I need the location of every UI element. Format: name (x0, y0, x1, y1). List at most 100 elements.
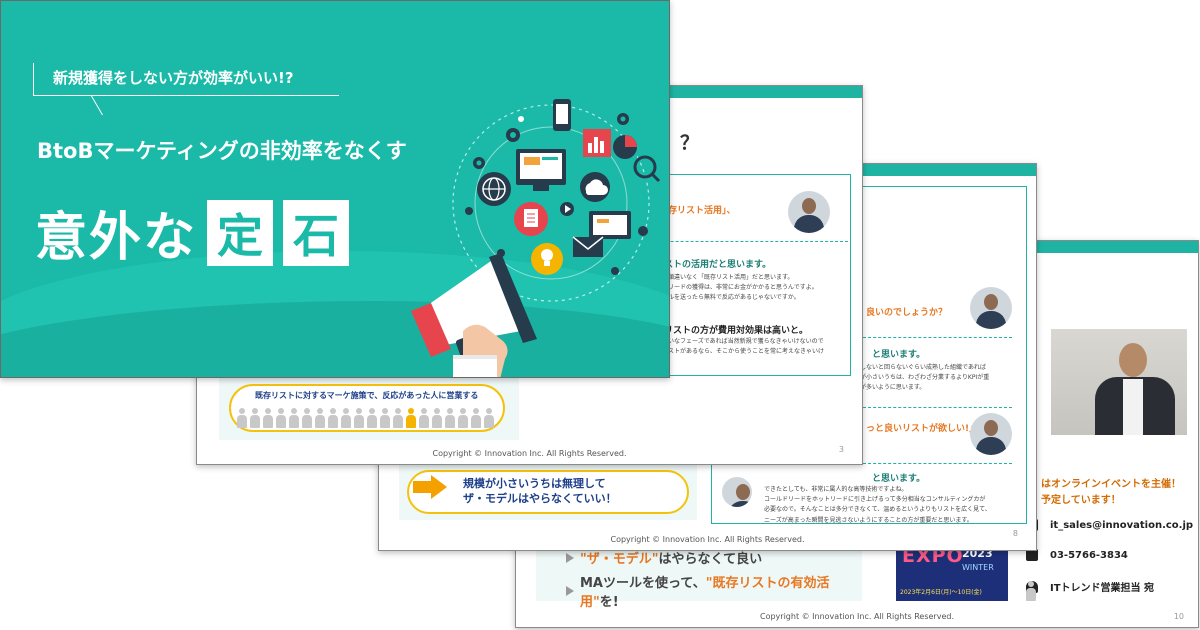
people-row (237, 408, 494, 428)
person-icon (445, 408, 455, 428)
speaker-avatar (722, 477, 752, 507)
contact-recipient: ITトレンド営業担当 宛 (1026, 579, 1155, 601)
cover-slide: 新規獲得をしない方が効率がいい!? BtoBマーケティングの非効率をなくす 意外… (0, 0, 670, 378)
answer-line: できたとしても、非常に属人的な高等技術ですよね。 (764, 486, 908, 493)
recipient-text: ITトレンド営業担当 宛 (1050, 583, 1155, 594)
person-icon (484, 408, 494, 428)
cover-title: BtoBマーケティングの非効率をなくす (37, 139, 407, 163)
person-icon (419, 408, 429, 428)
divider (33, 95, 339, 96)
key-message-text: 既存リストに対するマーケ施策で、反応があった人に営業する (255, 391, 479, 400)
page-number: 3 (838, 445, 844, 454)
cover-big-title: 意外な 定 石 (35, 195, 350, 270)
person-icon (302, 408, 312, 428)
answer-text: ストの活用だと思います。 (664, 260, 772, 270)
answer-line: ストがあるなら、そこから使うことを常に考えなきゃいけ (668, 348, 825, 356)
copyright: Copyright © Innovation Inc. All Rights R… (610, 535, 805, 544)
person-icon (432, 408, 442, 428)
answer-body: 順違いなく「既存リスト活用」だと思います。 リードの獲得は、非常にお金がかかると… (668, 273, 818, 304)
person-icon (276, 408, 286, 428)
answer-line: が多いように思います。 (860, 384, 926, 392)
person-icon (393, 408, 403, 428)
answer-line: 順違いなく「既存リスト活用」だと思います。 (668, 274, 794, 281)
answer-line: コールドリードをホットリードに引き上げるって多分相当なコンサルティングカが (764, 496, 986, 504)
point-2-pre: MAツールを使って、 (580, 576, 706, 591)
lightbulb-icon (531, 243, 563, 275)
event-announcement: はオンラインイベントを主催！ 予定しています！ (1041, 477, 1181, 508)
globe-icon (477, 172, 511, 206)
key-message-line: ザ・モデルはやらなくていい！ (463, 492, 617, 506)
point-1-highlight: "ザ・モデル" (580, 552, 659, 567)
answer-2-text: と思います。 (872, 474, 926, 484)
answer-line: ルを送ったら無料で反応があるじゃないですか。 (668, 294, 800, 302)
answer-2-body: いなフェーズであれば当然新規で獲らなきゃいけないので ストがあるなら、そこから使… (668, 337, 824, 357)
person-icon (328, 408, 338, 428)
answer-line: が小さいうちは、わざわざ分業するよりKPIが重 (860, 374, 990, 382)
person-icon (471, 408, 481, 428)
pie-icon (613, 135, 637, 159)
interviewer-avatar (970, 287, 1012, 329)
person-icon (367, 408, 377, 428)
tablet-icon (589, 211, 631, 239)
big-title-box: 石 (283, 199, 350, 266)
question-text: 良いのでしょうか？ (866, 308, 948, 318)
person-icon (250, 408, 260, 428)
person-icon (341, 408, 351, 428)
person-icon (263, 408, 273, 428)
interviewer-avatar (970, 413, 1012, 455)
key-message-text: 規模が小さいうちは無理して ザ・モデルはやらなくていい！ (463, 476, 617, 507)
person-icon (315, 408, 325, 428)
page-number: 10 (1173, 612, 1184, 621)
answer-line: 必要なので。そんなことは多分できなくて、温めるというよりもリストを広く見て、 (764, 506, 991, 514)
summary-point-2: MAツールを使って、"既存リストの有効活用"を! (536, 567, 862, 610)
answer-line: いなフェーズであれば当然新規で獲らなきゃいけないので (668, 338, 824, 345)
answer-line: ニーズが高まった瞬間を見逃さないようにすることの方が重要だと思います。 (764, 516, 973, 524)
point-2-post: を! (599, 595, 619, 610)
cloud-icon (580, 172, 610, 202)
document-icon (514, 202, 548, 236)
monitor-icon (516, 149, 566, 191)
big-title-box: 定 (207, 199, 274, 266)
person-icon (354, 408, 364, 428)
person-icon (237, 408, 247, 428)
interviewer-avatar (788, 191, 830, 233)
email-text: it_sales@innovation.co.jp (1050, 519, 1194, 531)
answer-text: と思います。 (872, 350, 926, 360)
point-1-text: はやらなくて良い (658, 552, 763, 567)
answer-2-text: リストの方が費用対効果は高いと。 (664, 326, 809, 336)
triangle-bullet-icon (566, 552, 574, 563)
megaphone-illustration (411, 99, 661, 377)
bar-chart-icon (583, 129, 611, 157)
page-number: 8 (1012, 529, 1018, 538)
expo-winter: WINTER (962, 563, 994, 572)
person-icon-highlighted (406, 408, 416, 428)
copyright: Copyright © Innovation Inc. All Rights R… (759, 612, 954, 621)
expo-date: 2023年2月6日(月)〜10日(金) (900, 589, 982, 596)
envelope-icon (572, 236, 604, 257)
phone-text: 03-5766-3834 (1050, 549, 1128, 561)
question-2-text: っと良いリストが欲しい!」 (866, 424, 979, 434)
magnifier-icon (633, 155, 661, 183)
event-line-1: はオンラインイベントを主催！ (1041, 479, 1181, 490)
divider (91, 95, 103, 116)
event-line-2: 予定しています！ (1041, 494, 1121, 506)
contact-email: it_sales@innovation.co.jp (1026, 519, 1193, 531)
divider (33, 63, 34, 95)
phone-icon (553, 99, 571, 131)
answer-line: しないと回らないぐらい成熟した組織であれば (860, 364, 986, 371)
play-icon (560, 202, 574, 216)
copyright: Copyright © Innovation Inc. All Rights R… (432, 449, 627, 458)
big-title-text: 意外な (35, 208, 198, 268)
person-icon (458, 408, 468, 428)
person-icon (380, 408, 390, 428)
speaker-photo (1051, 329, 1187, 435)
triangle-bullet-icon (566, 586, 574, 596)
contact-phone: 03-5766-3834 (1026, 549, 1128, 561)
key-message-line: 規模が小さいうちは無理して (463, 477, 606, 490)
answer-line: リードの獲得は、非常にお金がかかると思うんですよ。 (668, 284, 818, 292)
answer-body: しないと回らないぐらい成熟した組織であれば が小さいうちは、わざわざ分業するより… (860, 363, 989, 394)
answer-2-body: できたとしても、非常に属人的な高等技術ですよね。 コールドリードをホットリードに… (764, 485, 991, 526)
person-icon (289, 408, 299, 428)
question-text: 存リスト活用」、 (668, 206, 736, 216)
person-icon (1026, 580, 1038, 601)
